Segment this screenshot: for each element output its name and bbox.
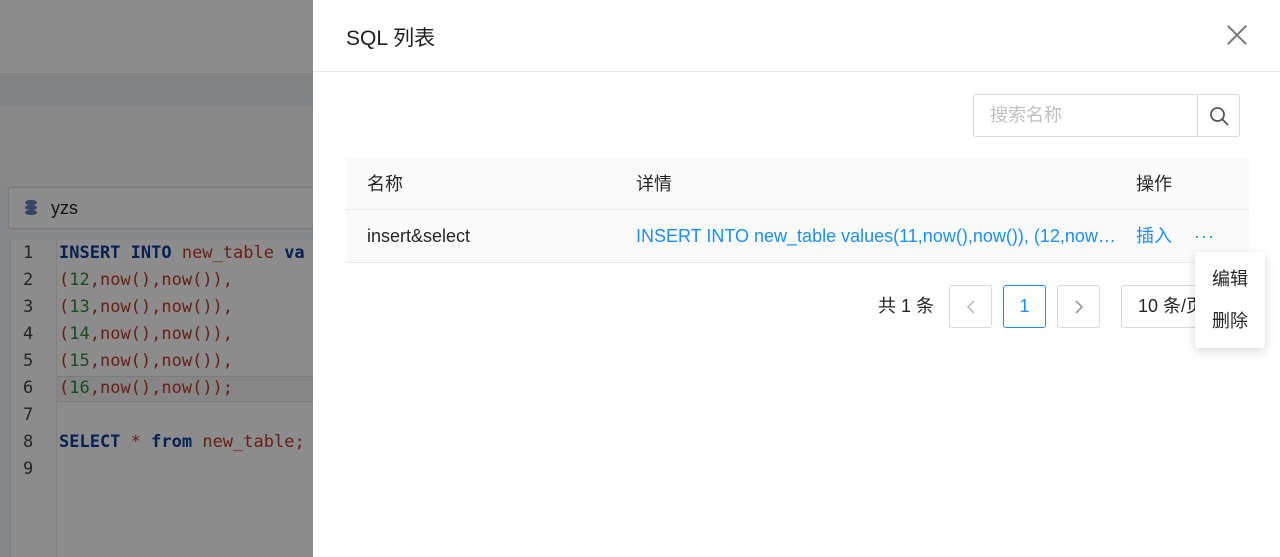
search-button[interactable] xyxy=(1197,94,1240,137)
pagination: 共 1 条 1 10 条/页 xyxy=(313,285,1280,328)
search-box xyxy=(973,94,1240,137)
sql-table: 名称 详情 操作 insert&select INSERT INTO new_t… xyxy=(346,158,1249,263)
chevron-right-icon xyxy=(1074,299,1083,314)
next-page-button[interactable] xyxy=(1057,285,1100,328)
dropdown-item-edit[interactable]: 编辑 xyxy=(1195,258,1265,300)
search-input[interactable] xyxy=(973,94,1199,137)
page-number-button[interactable]: 1 xyxy=(1003,285,1046,328)
insert-button[interactable]: 插入 xyxy=(1136,210,1172,262)
chevron-left-icon xyxy=(966,299,975,314)
drawer-header: SQL 列表 xyxy=(313,0,1280,72)
row-detail[interactable]: INSERT INTO new_table values(11,now(),no… xyxy=(636,210,1116,262)
row-name: insert&select xyxy=(367,226,471,246)
table-row: insert&select INSERT INTO new_table valu… xyxy=(346,210,1249,263)
column-header-detail: 详情 xyxy=(636,174,672,194)
total-count: 共 1 条 xyxy=(878,296,935,316)
column-header-action: 操作 xyxy=(1136,174,1172,194)
more-actions-dropdown: 编辑 删除 xyxy=(1195,252,1265,348)
drawer-title: SQL 列表 xyxy=(346,27,436,50)
sql-list-drawer: SQL 列表 名称 详情 操作 insert&select INSERT INT… xyxy=(313,0,1280,557)
table-header: 名称 详情 操作 xyxy=(346,158,1249,210)
dropdown-item-delete[interactable]: 删除 xyxy=(1195,300,1265,342)
column-header-name: 名称 xyxy=(367,174,403,194)
prev-page-button[interactable] xyxy=(949,285,992,328)
search-icon xyxy=(1209,106,1228,125)
close-icon[interactable] xyxy=(1226,24,1248,46)
